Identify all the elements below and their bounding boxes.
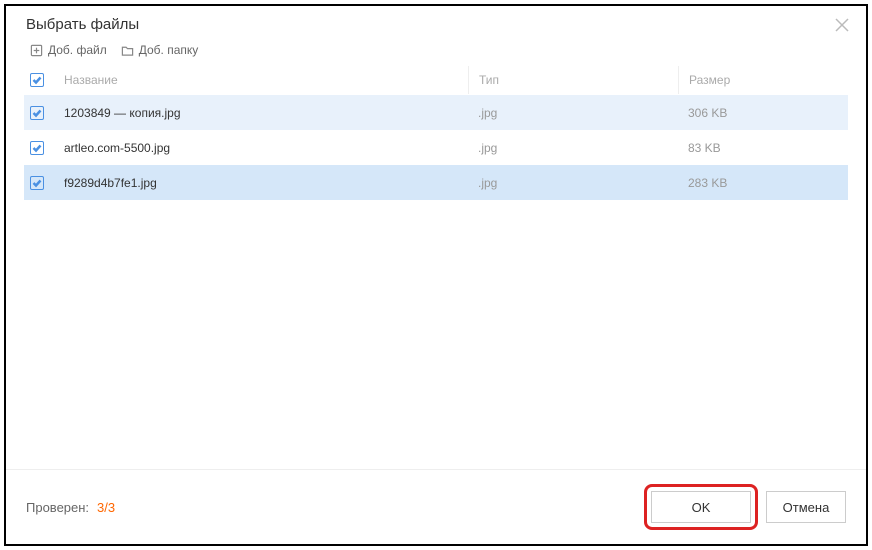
- toolbar: Доб. файл Доб. папку: [6, 43, 866, 65]
- checked-label: Проверен:: [26, 500, 89, 515]
- file-name: artleo.com-5500.jpg: [60, 141, 468, 155]
- plus-file-icon: [30, 44, 43, 57]
- row-checkbox[interactable]: [30, 176, 44, 190]
- dialog-footer: Проверен: 3/3 OK Отмена: [6, 469, 866, 544]
- file-size: 283 KB: [678, 176, 848, 190]
- add-file-button[interactable]: Доб. файл: [30, 43, 107, 57]
- file-type: .jpg: [468, 176, 678, 190]
- table-row[interactable]: f9289d4b7fe1.jpg .jpg 283 KB: [24, 165, 848, 200]
- checked-count: 3/3: [97, 500, 115, 515]
- file-size: 83 KB: [678, 141, 848, 155]
- row-checkbox[interactable]: [30, 106, 44, 120]
- folder-icon: [121, 44, 134, 57]
- file-table: Название Тип Размер 1203849 — копия.jpg …: [6, 65, 866, 469]
- dialog-frame: Выбрать файлы Доб. файл Доб. папку Назва…: [4, 4, 868, 546]
- add-folder-button[interactable]: Доб. папку: [121, 43, 199, 57]
- file-type: .jpg: [468, 141, 678, 155]
- file-name: 1203849 — копия.jpg: [60, 106, 468, 120]
- close-icon[interactable]: [834, 17, 850, 33]
- add-file-label: Доб. файл: [48, 43, 107, 57]
- ok-button[interactable]: OK: [651, 491, 751, 523]
- column-header-size[interactable]: Размер: [678, 66, 848, 94]
- row-checkbox[interactable]: [30, 141, 44, 155]
- table-header: Название Тип Размер: [24, 65, 848, 95]
- column-header-name[interactable]: Название: [60, 73, 468, 87]
- add-folder-label: Доб. папку: [139, 43, 199, 57]
- cancel-button[interactable]: Отмена: [766, 491, 846, 523]
- table-row[interactable]: artleo.com-5500.jpg .jpg 83 KB: [24, 130, 848, 165]
- file-size: 306 KB: [678, 106, 848, 120]
- dialog-title: Выбрать файлы: [26, 16, 139, 33]
- select-all-checkbox[interactable]: [30, 73, 44, 87]
- file-type: .jpg: [468, 106, 678, 120]
- file-name: f9289d4b7fe1.jpg: [60, 176, 468, 190]
- column-header-type[interactable]: Тип: [468, 66, 678, 94]
- dialog-header: Выбрать файлы: [6, 6, 866, 43]
- ok-highlight: OK: [644, 484, 758, 530]
- table-row[interactable]: 1203849 — копия.jpg .jpg 306 KB: [24, 95, 848, 130]
